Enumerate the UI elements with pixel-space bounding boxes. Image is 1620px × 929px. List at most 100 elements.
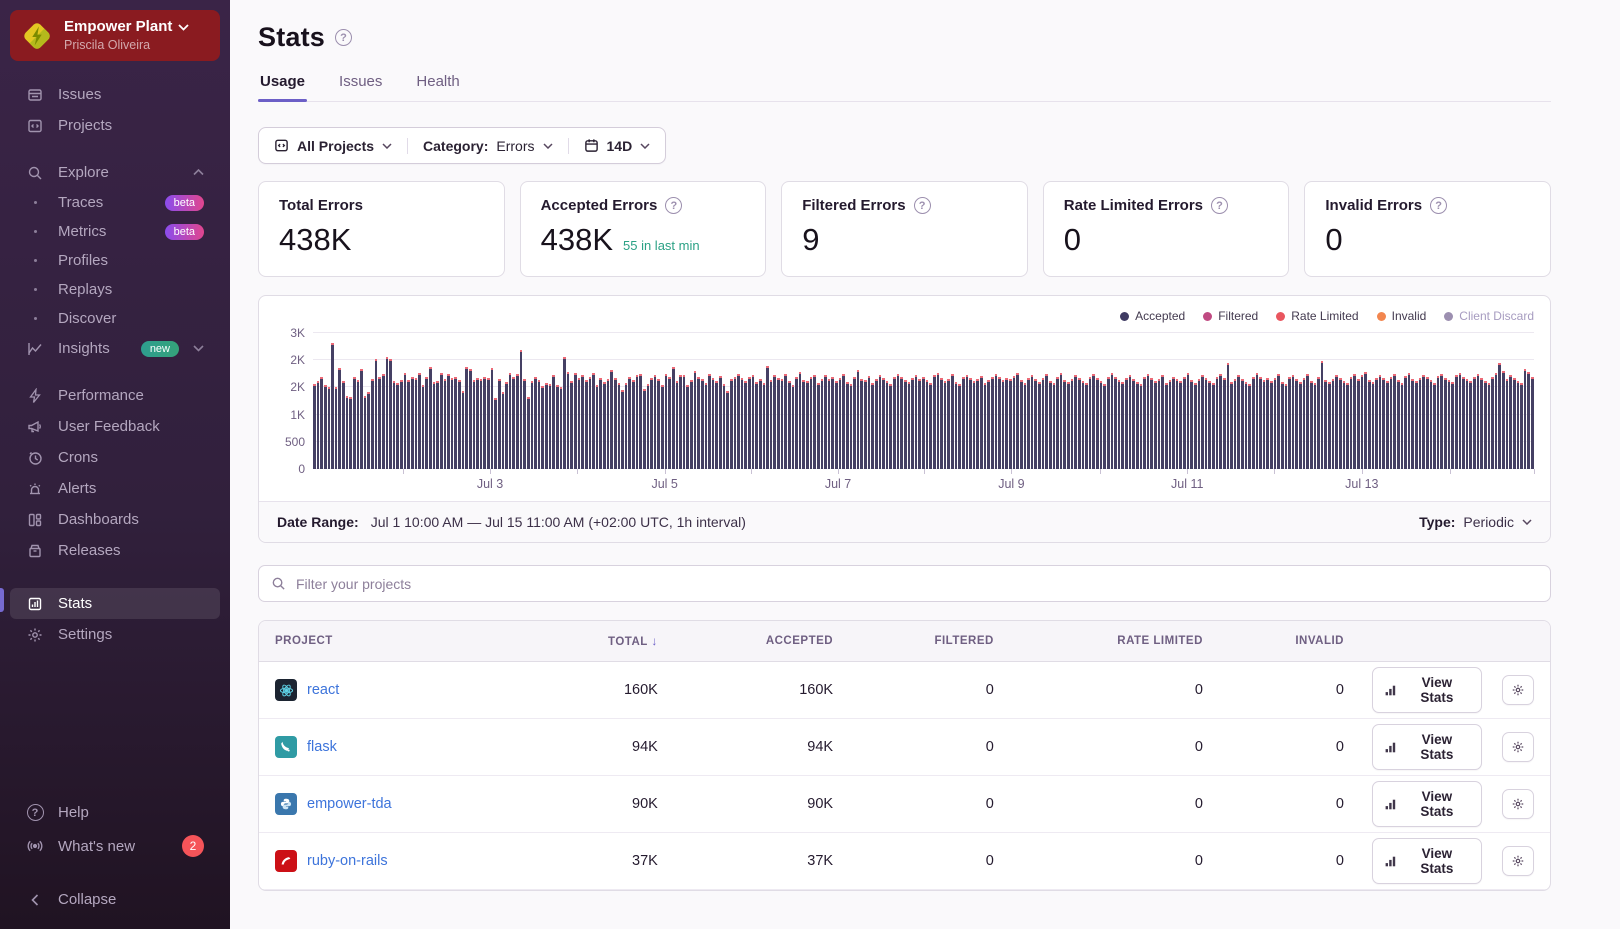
help-button[interactable]: ? Help	[10, 797, 220, 828]
col-accepted[interactable]: ACCEPTED	[671, 621, 848, 662]
project-settings-button[interactable]	[1502, 732, 1534, 762]
chart-bar	[1502, 371, 1505, 469]
chart-bar	[385, 357, 389, 469]
chart-bar	[1048, 380, 1052, 469]
chart-bar	[1299, 381, 1302, 469]
chart-bar	[1491, 376, 1494, 469]
chevron-down-icon	[542, 142, 553, 149]
chart-bar	[1473, 376, 1476, 469]
col-invalid[interactable]: INVALID	[1216, 621, 1358, 662]
col-rate-limited[interactable]: RATE LIMITED	[1007, 621, 1217, 662]
x-axis-label: Jul 3	[476, 477, 504, 491]
sidebar-item-crons[interactable]: Crons	[10, 442, 220, 473]
org-switcher[interactable]: Empower Plant Priscila Oliveira	[10, 10, 220, 61]
col-filtered[interactable]: FILTERED	[847, 621, 1008, 662]
card-value: 9	[802, 222, 820, 257]
chart-bar	[976, 379, 979, 469]
sidebar-item-stats[interactable]: Stats	[10, 588, 220, 619]
legend-item-accepted[interactable]: Accepted	[1120, 309, 1185, 323]
x-axis-tick	[1011, 469, 1013, 474]
chart-bar	[1034, 378, 1037, 469]
chart-bar	[1016, 372, 1019, 469]
legend-item-rate-limited[interactable]: Rate Limited	[1276, 309, 1359, 323]
card-help-icon[interactable]: ?	[1430, 197, 1448, 214]
sidebar-item-alerts[interactable]: Alerts	[10, 473, 220, 504]
project-link[interactable]: ruby-on-rails	[307, 853, 388, 869]
chart-bar	[356, 379, 360, 469]
legend-item-invalid[interactable]: Invalid	[1376, 309, 1426, 323]
view-stats-button[interactable]: View Stats	[1372, 838, 1482, 884]
sidebar-item-user-feedback[interactable]: User Feedback	[10, 411, 220, 442]
project-settings-button[interactable]	[1502, 675, 1534, 705]
tab-issues[interactable]: Issues	[337, 73, 384, 101]
chart-bar	[1462, 376, 1465, 469]
view-stats-button[interactable]: View Stats	[1372, 724, 1482, 770]
sidebar-item-insights[interactable]: Insights new	[10, 333, 220, 364]
project-selector[interactable]: All Projects	[259, 138, 407, 154]
collapse-button[interactable]: Collapse	[10, 884, 220, 915]
date-range-selector[interactable]: 14D	[567, 137, 666, 154]
cell-accepted: 94K	[671, 718, 848, 776]
card-help-icon[interactable]: ?	[665, 197, 683, 214]
legend-item-client-discard[interactable]: Client Discard	[1444, 309, 1534, 323]
sidebar-item-issues[interactable]: Issues	[10, 79, 220, 110]
legend-dot	[1203, 311, 1213, 321]
sidebar-item-performance[interactable]: Performance	[10, 380, 220, 411]
whats-new-button[interactable]: What's new 2	[10, 828, 220, 864]
tab-usage[interactable]: Usage	[258, 73, 308, 102]
chart-bar	[893, 377, 896, 469]
chart-footer: Date Range: Jul 1 10:00 AM — Jul 15 11:0…	[259, 501, 1550, 542]
sidebar-item-replays[interactable]: Replays	[10, 275, 220, 304]
chart-bar	[813, 374, 816, 469]
sidebar-item-projects[interactable]: Projects	[10, 110, 220, 141]
chart-bar	[559, 386, 563, 469]
chart-bar	[628, 377, 631, 469]
page-help-icon[interactable]: ?	[335, 29, 353, 46]
project-filter-input[interactable]	[296, 575, 1538, 592]
chart-bar	[932, 375, 936, 469]
card-help-icon[interactable]: ?	[1211, 197, 1229, 214]
sidebar-item-metrics[interactable]: Metrics beta	[10, 217, 220, 246]
whats-new-label: What's new	[58, 837, 136, 855]
sidebar-section-explore[interactable]: Explore	[10, 157, 220, 188]
view-stats-button[interactable]: View Stats	[1372, 781, 1482, 827]
card-help-icon[interactable]: ?	[913, 197, 931, 214]
chart-bar	[737, 373, 740, 469]
project-link[interactable]: react	[307, 682, 339, 698]
view-stats-button[interactable]: View Stats	[1372, 667, 1482, 713]
tab-bar: Usage Issues Health	[258, 73, 1551, 102]
legend-item-filtered[interactable]: Filtered	[1203, 309, 1258, 323]
chart-bar	[1349, 376, 1353, 469]
col-total[interactable]: TOTAL ↓	[528, 621, 672, 662]
project-settings-button[interactable]	[1502, 789, 1534, 819]
sidebar-item-profiles[interactable]: Profiles	[10, 246, 220, 275]
sidebar-item-settings[interactable]: Settings	[10, 619, 220, 650]
sidebar-item-dashboards[interactable]: Dashboards	[10, 504, 220, 535]
chart-bar	[1023, 382, 1027, 469]
category-selector[interactable]: Category: Errors	[407, 137, 567, 154]
chart-bar	[679, 374, 682, 469]
sidebar-item-traces[interactable]: Traces beta	[10, 188, 220, 217]
bullet-icon	[26, 201, 44, 204]
project-link[interactable]: flask	[307, 739, 337, 755]
project-settings-button[interactable]	[1502, 846, 1534, 876]
chart-bar	[661, 385, 664, 469]
tab-health[interactable]: Health	[414, 73, 461, 101]
chart-bar	[1172, 376, 1175, 469]
legend-label: Filtered	[1218, 309, 1259, 323]
chart-bar	[900, 376, 903, 469]
chart-bar	[726, 391, 729, 469]
chart-bar	[1516, 380, 1520, 469]
chart-bar	[994, 373, 998, 469]
project-link[interactable]: empower-tda	[307, 796, 392, 812]
sidebar-item-discover[interactable]: Discover	[10, 304, 220, 333]
chart-bar	[378, 376, 381, 469]
chart-bar	[1277, 374, 1280, 469]
chart-bar	[1375, 377, 1378, 469]
chart-bar	[896, 373, 900, 469]
chart-type-selector[interactable]: Type: Periodic	[1419, 514, 1532, 530]
chart-bar	[1382, 378, 1385, 469]
chart-bar	[552, 375, 555, 469]
chart-bar	[795, 376, 798, 469]
sidebar-item-releases[interactable]: Releases	[10, 535, 220, 566]
